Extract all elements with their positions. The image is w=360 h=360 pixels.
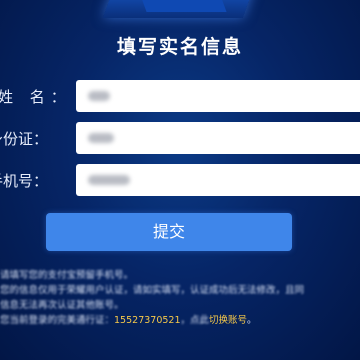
- notice-text: 请填写您的支付宝预留手机号。 您的信息仅用于荣耀用户认证，请如实填写，认证成功后…: [0, 268, 360, 328]
- id-card-field[interactable]: [76, 122, 360, 154]
- notice-line-4: 您当前登录的完美通行证：15527370521，点此切换账号。: [0, 313, 360, 328]
- account-number: 15527370521: [114, 315, 181, 326]
- phone-field[interactable]: [76, 164, 360, 196]
- submit-button[interactable]: 提交: [46, 213, 292, 251]
- header-decoration-inner: [133, 0, 227, 12]
- notice-line-2: 您的信息仅用于荣耀用户认证，请如实填写，认证成功后无法修改，且同: [0, 285, 305, 296]
- name-field[interactable]: [76, 80, 360, 112]
- name-row: 姓 名：: [0, 80, 360, 112]
- name-label: 姓 名：: [0, 88, 72, 106]
- id-card-value-blurred: [88, 133, 114, 143]
- notice-line-1: 请填写您的支付宝预留手机号。: [0, 270, 134, 281]
- account-prefix: 您当前登录的完美通行证：: [0, 315, 115, 326]
- switch-prefix: ，点此: [180, 315, 210, 326]
- switch-account-link[interactable]: 切换账号: [209, 315, 247, 326]
- name-value-blurred: [88, 91, 110, 101]
- id-card-label: 身份证：: [0, 130, 49, 148]
- page-title: 填写实名信息: [116, 36, 243, 58]
- notice-line-3: 信息无法再次认证其他账号。: [0, 300, 124, 311]
- id-row: 身份证：: [0, 122, 360, 154]
- phone-row: 手机号：: [0, 164, 360, 196]
- phone-label: 手机号：: [0, 172, 49, 190]
- line-end: 。: [247, 315, 257, 326]
- phone-value-blurred: [88, 175, 130, 185]
